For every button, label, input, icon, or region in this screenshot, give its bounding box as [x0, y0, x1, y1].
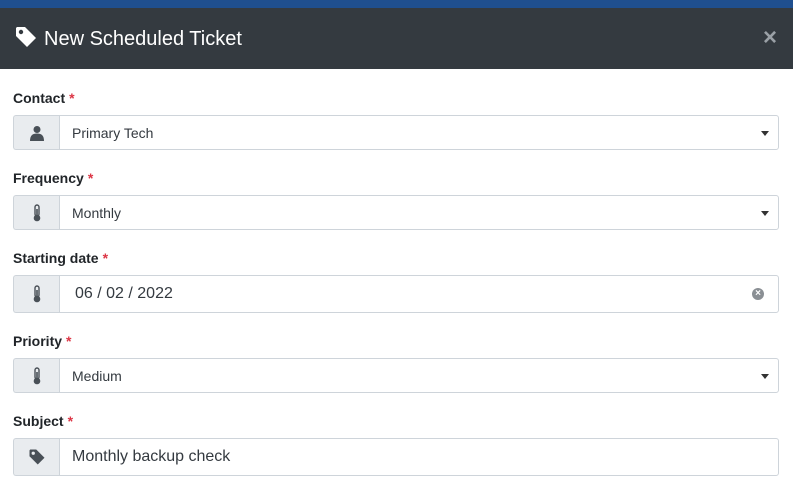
chevron-down-icon	[761, 373, 769, 379]
clear-icon[interactable]: ×	[752, 288, 764, 300]
chevron-down-icon	[761, 210, 769, 216]
priority-field: Medium	[13, 358, 779, 393]
contact-label: Contact *	[13, 89, 75, 107]
tag-icon	[13, 438, 59, 476]
contact-label-text: Contact	[13, 90, 66, 106]
top-accent-strip	[0, 0, 793, 8]
frequency-label-text: Frequency	[13, 170, 84, 186]
starting-date-input[interactable]: 06 / 02 / 2022 ×	[59, 275, 779, 313]
required-marker: *	[69, 90, 75, 106]
modal-title: New Scheduled Ticket	[44, 28, 242, 50]
chevron-down-icon	[761, 130, 769, 136]
priority-label-text: Priority	[13, 333, 63, 349]
user-icon	[13, 115, 59, 150]
frequency-label: Frequency *	[13, 169, 93, 187]
priority-value: Medium	[72, 367, 122, 384]
starting-date-field: 06 / 02 / 2022 ×	[13, 275, 779, 313]
required-marker: *	[87, 170, 94, 186]
subject-label: Subject *	[13, 412, 73, 430]
contact-field: Primary Tech	[13, 115, 779, 150]
thermometer-icon	[13, 275, 59, 313]
modal-header: New Scheduled Ticket ×	[0, 8, 793, 69]
priority-select[interactable]: Medium	[59, 358, 779, 393]
required-marker: *	[67, 413, 74, 429]
thermometer-icon	[13, 358, 59, 393]
close-icon[interactable]: ×	[760, 26, 780, 50]
priority-label: Priority *	[13, 332, 71, 350]
contact-value: Primary Tech	[72, 124, 154, 141]
required-marker: *	[66, 333, 72, 349]
starting-date-value: 06 / 02 / 2022	[75, 285, 173, 302]
frequency-field: Monthly	[13, 195, 779, 230]
subject-label-text: Subject	[13, 413, 64, 429]
frequency-value: Monthly	[72, 204, 122, 221]
subject-input[interactable]: Monthly backup check	[59, 438, 779, 476]
frequency-select[interactable]: Monthly	[59, 195, 779, 230]
starting-date-label-text: Starting date	[13, 250, 99, 266]
required-marker: *	[102, 250, 109, 266]
thermometer-icon	[13, 195, 59, 230]
contact-select[interactable]: Primary Tech	[59, 115, 779, 150]
subject-field: Monthly backup check	[13, 438, 779, 476]
starting-date-label: Starting date *	[13, 249, 108, 267]
subject-value: Monthly backup check	[72, 448, 231, 465]
tag-icon	[14, 25, 38, 49]
